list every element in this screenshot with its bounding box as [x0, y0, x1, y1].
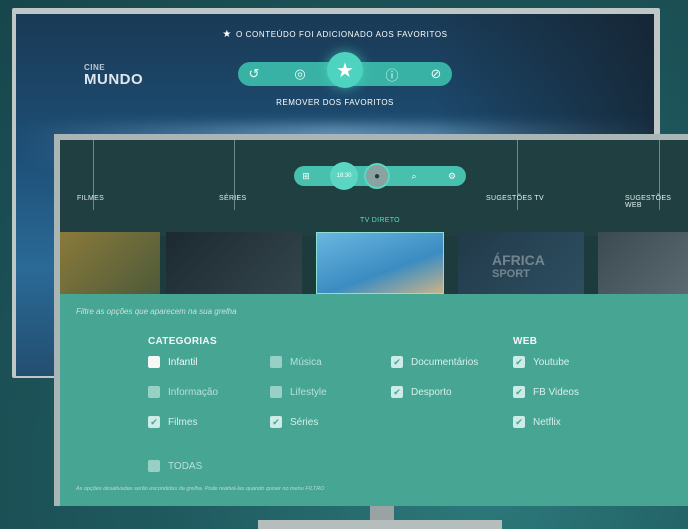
thumbnail-family[interactable] — [60, 232, 160, 294]
info-icon[interactable]: ⓘ — [380, 62, 404, 86]
check-icon: ✔ — [391, 356, 403, 368]
clock-button[interactable]: 18:30 — [330, 162, 358, 190]
filter-hint: Filtre as opções que aparecem na sua gre… — [76, 307, 237, 316]
thumbnail-featured[interactable] — [316, 232, 444, 294]
gear-icon[interactable]: ⚙ — [442, 166, 462, 186]
checkbox-fb-videos[interactable]: ✔ FB Videos — [513, 385, 579, 399]
checkbox-todas[interactable]: TODAS — [148, 459, 202, 473]
thumbnail-sports[interactable] — [598, 232, 688, 294]
filter-footnote: As opções desativadas serão escondidas d… — [76, 486, 325, 492]
check-icon: ✔ — [148, 416, 160, 428]
web-title: WEB — [513, 336, 538, 347]
checkbox-lifestyle[interactable]: Lifestyle — [270, 385, 327, 399]
check-icon: ✔ — [513, 356, 525, 368]
top-navigation: FILMES SÉRIES SUGESTÕES TV SUGESTÕES WEB… — [60, 140, 688, 236]
checkbox-filmes[interactable]: ✔ Filmes — [148, 415, 197, 429]
nav-tv-direto[interactable]: TV DIRETO — [360, 217, 400, 224]
monitor-stand-base — [258, 520, 502, 529]
monitor-stand-neck — [370, 504, 394, 520]
main-menu-pill: ⊞ 18:30 ● ⌕ ⚙ — [294, 162, 466, 190]
check-icon: ✔ — [513, 386, 525, 398]
thumbnail-csi[interactable] — [166, 232, 302, 294]
checkbox-netflix[interactable]: ✔ Netflix — [513, 415, 561, 429]
target-icon[interactable]: ◎ — [288, 62, 312, 86]
checkbox-youtube[interactable]: ✔ Youtube — [513, 355, 569, 369]
nav-series[interactable]: SÉRIES — [219, 195, 246, 202]
checkbox-informacao[interactable]: Informação — [148, 385, 218, 399]
search-icon[interactable]: ⌕ — [404, 166, 424, 186]
check-icon: ✔ — [513, 416, 525, 428]
nav-sugestoes-tv[interactable]: SUGESTÕES TV — [486, 195, 544, 202]
front-monitor-screen: FILMES SÉRIES SUGESTÕES TV SUGESTÕES WEB… — [60, 140, 688, 506]
checkbox-desporto[interactable]: ✔ Desporto — [391, 385, 452, 399]
thumbnail-africa-sport[interactable]: ÁFRICA SPORT — [458, 232, 584, 294]
check-icon: ✔ — [391, 386, 403, 398]
categorias-title: CATEGORIAS — [148, 336, 217, 347]
nav-filmes[interactable]: FILMES — [77, 195, 104, 202]
checkbox-documentarios[interactable]: ✔ Documentários — [391, 355, 478, 369]
avatar[interactable]: ● — [364, 163, 390, 189]
nav-sugestoes-web[interactable]: SUGESTÕES WEB — [625, 195, 688, 209]
checkbox-infantil[interactable]: Infantil — [148, 355, 197, 369]
channel-logo: CINE MUNDO — [84, 63, 144, 88]
player-controls: ↺ ◎ ★ ⓘ ⊘ — [238, 52, 452, 92]
star-icon: ★ — [222, 29, 232, 40]
filter-panel: Filtre as opções que aparecem na sua gre… — [60, 294, 688, 506]
replay-icon[interactable]: ↺ — [242, 62, 266, 86]
checkbox-musica[interactable]: Música — [270, 355, 322, 369]
hide-icon[interactable]: ⊘ — [424, 62, 448, 86]
favorite-message: ★ O CONTEÚDO FOI ADICIONADO AOS FAVORITOS — [222, 29, 448, 40]
check-icon: ✔ — [270, 416, 282, 428]
add-icon[interactable]: ⊞ — [296, 166, 316, 186]
content-row: ÁFRICA SPORT — [60, 232, 688, 294]
star-icon[interactable]: ★ — [327, 52, 363, 88]
checkbox-series[interactable]: ✔ Séries — [270, 415, 318, 429]
remove-favorites-label[interactable]: REMOVER DOS FAVORITOS — [16, 98, 654, 107]
